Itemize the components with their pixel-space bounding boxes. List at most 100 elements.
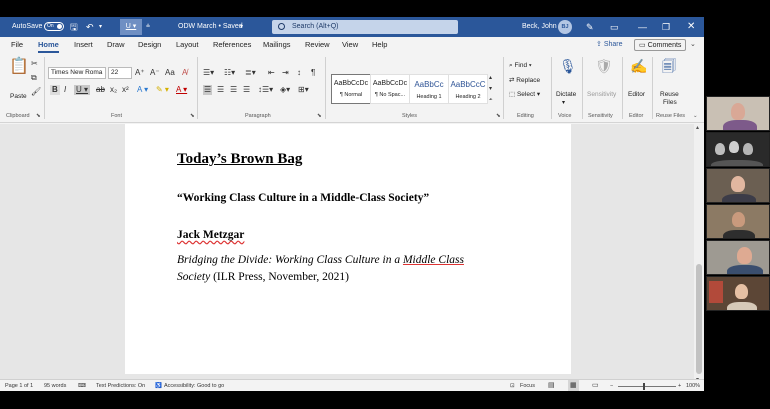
zoom-out-icon[interactable]: − bbox=[610, 380, 613, 391]
doc-author[interactable]: Jack Metzgar bbox=[177, 229, 244, 241]
minimize-icon[interactable]: — bbox=[638, 17, 647, 37]
title-dropdown-icon[interactable]: ▾ bbox=[240, 17, 243, 37]
tab-insert[interactable]: Insert bbox=[74, 37, 93, 53]
style-heading-1[interactable]: AaBbCc Heading 1 bbox=[409, 74, 449, 104]
scroll-up-icon[interactable]: ▴ bbox=[696, 124, 699, 131]
clipboard-launcher-icon[interactable]: ⬊ bbox=[36, 113, 41, 119]
subscript-button[interactable]: x₂ bbox=[110, 85, 117, 95]
proofing-icon[interactable]: ⌨ bbox=[78, 380, 86, 391]
pen-icon[interactable]: ✎ bbox=[586, 17, 594, 37]
focus-button[interactable]: Focus bbox=[520, 380, 535, 391]
doc-subtitle[interactable]: “Working Class Culture in a Middle-Class… bbox=[177, 192, 429, 204]
superscript-button[interactable]: x² bbox=[122, 85, 129, 95]
tab-view[interactable]: View bbox=[342, 37, 358, 53]
participant-video-6[interactable] bbox=[706, 276, 770, 311]
ribbon-display-icon[interactable]: ▭ bbox=[610, 17, 619, 37]
page-count[interactable]: Page 1 of 1 bbox=[5, 380, 33, 391]
document-title[interactable]: ODW March • Saved bbox=[178, 17, 243, 37]
tab-layout[interactable]: Layout bbox=[176, 37, 199, 53]
bold-button[interactable]: B bbox=[50, 85, 60, 95]
styles-launcher-icon[interactable]: ⬊ bbox=[496, 113, 501, 119]
zoom-level[interactable]: 100% bbox=[686, 380, 700, 391]
numbering-icon[interactable]: ☷▾ bbox=[224, 68, 235, 78]
paragraph-launcher-icon[interactable]: ⬊ bbox=[317, 113, 322, 119]
reuse-files-button[interactable]: Reuse bbox=[660, 91, 679, 98]
dictate-dropdown-icon[interactable]: ▾ bbox=[562, 99, 565, 106]
autosave-toggle[interactable]: On bbox=[44, 17, 64, 37]
sort-icon[interactable]: ↕ bbox=[297, 68, 301, 78]
italic-button[interactable]: I bbox=[64, 85, 66, 95]
borders-icon[interactable]: ⊞▾ bbox=[298, 85, 309, 95]
multilevel-list-icon[interactable]: ≣▾ bbox=[245, 68, 256, 78]
doc-heading[interactable]: Today’s Brown Bag bbox=[177, 151, 302, 168]
undo-dropdown-icon[interactable]: ▾ bbox=[99, 17, 102, 37]
line-spacing-icon[interactable]: ↕☰▾ bbox=[258, 85, 273, 95]
underline-quick-icon[interactable]: U ▾ bbox=[120, 19, 142, 35]
web-layout-icon[interactable]: ▭ bbox=[592, 380, 599, 391]
style-heading-2[interactable]: AaBbCcC Heading 2 bbox=[448, 74, 488, 104]
show-formatting-icon[interactable]: ¶ bbox=[311, 68, 315, 78]
customize-qat-icon[interactable]: ⩮ bbox=[146, 17, 150, 37]
participant-video-5[interactable] bbox=[706, 240, 770, 275]
strikethrough-button[interactable]: ab bbox=[96, 85, 105, 95]
font-launcher-icon[interactable]: ⬊ bbox=[190, 113, 195, 119]
editor-button[interactable]: Editor bbox=[628, 91, 645, 98]
tab-review[interactable]: Review bbox=[305, 37, 330, 53]
pin-ribbon-icon[interactable]: ⌄ bbox=[693, 113, 698, 119]
word-count[interactable]: 95 words bbox=[44, 380, 66, 391]
copy-icon[interactable]: ⧉ bbox=[31, 73, 37, 83]
clear-format-icon[interactable]: A̸ bbox=[182, 68, 187, 78]
styles-scroll-up-icon[interactable]: ▴ bbox=[489, 73, 492, 83]
change-case-icon[interactable]: Aa bbox=[165, 68, 175, 78]
shading-icon[interactable]: ◈▾ bbox=[280, 85, 290, 95]
comments-button[interactable]: ▭ Comments bbox=[634, 39, 687, 51]
restore-icon[interactable]: ❐ bbox=[662, 17, 670, 37]
justify-icon[interactable]: ☰ bbox=[243, 85, 250, 95]
participant-video-2[interactable] bbox=[706, 132, 770, 167]
participant-video-4[interactable] bbox=[706, 204, 770, 239]
ribbon-collapse-icon[interactable]: ⌄ bbox=[690, 39, 696, 51]
search-input[interactable]: Search (Alt+Q) bbox=[272, 20, 458, 34]
style-no-spacing[interactable]: AaBbCcDc ¶ No Spac... bbox=[370, 74, 410, 104]
tab-help[interactable]: Help bbox=[372, 37, 387, 53]
decrease-indent-icon[interactable]: ⇤ bbox=[268, 68, 275, 78]
styles-scroll-down-icon[interactable]: ▾ bbox=[489, 84, 492, 94]
font-size-box[interactable]: 22 bbox=[108, 67, 132, 79]
microphone-icon[interactable]: 🎙 bbox=[559, 58, 577, 74]
paste-icon[interactable]: 📋 bbox=[9, 59, 29, 75]
tab-file[interactable]: File bbox=[11, 37, 23, 53]
sensitivity-button[interactable]: Sensitivity bbox=[587, 91, 616, 98]
reuse-files-icon[interactable]: 🗐 bbox=[662, 58, 676, 74]
grow-font-icon[interactable]: A⁺ bbox=[135, 68, 145, 78]
undo-icon[interactable]: ↶ bbox=[86, 17, 94, 37]
align-center-icon[interactable]: ☰ bbox=[217, 85, 224, 95]
tab-references[interactable]: References bbox=[213, 37, 251, 53]
read-mode-icon[interactable]: ▤ bbox=[548, 380, 555, 391]
document-page[interactable]: Today’s Brown Bag “Working Class Culture… bbox=[125, 124, 571, 374]
style-normal[interactable]: AaBbCcDc ¶ Normal bbox=[331, 74, 371, 104]
select-button[interactable]: ⬚ Select ▾ bbox=[509, 90, 540, 98]
format-painter-icon[interactable]: 🖌 bbox=[31, 87, 41, 97]
vertical-scrollbar[interactable]: ▴ ▾ bbox=[694, 124, 704, 379]
zoom-in-icon[interactable]: + bbox=[678, 380, 681, 391]
zoom-slider[interactable] bbox=[618, 386, 676, 387]
replace-button[interactable]: ⇄ Replace bbox=[509, 76, 540, 84]
print-layout-icon[interactable]: ▦ bbox=[568, 380, 579, 391]
zoom-slider-thumb[interactable] bbox=[643, 383, 645, 390]
participant-video-3[interactable] bbox=[706, 168, 770, 203]
tab-design[interactable]: Design bbox=[138, 37, 161, 53]
increase-indent-icon[interactable]: ⇥ bbox=[282, 68, 289, 78]
editor-icon[interactable]: ✍ bbox=[630, 58, 647, 74]
dictate-button[interactable]: Dictate bbox=[556, 91, 576, 98]
user-name[interactable]: Beck, John bbox=[522, 17, 557, 37]
share-button[interactable]: ⇪ Share bbox=[596, 39, 623, 51]
font-name-box[interactable]: Times New Roma bbox=[48, 67, 106, 79]
sensitivity-icon[interactable]: 🛡 bbox=[595, 58, 613, 74]
cut-icon[interactable]: ✂ bbox=[31, 59, 38, 69]
paste-button[interactable]: Paste bbox=[10, 93, 27, 100]
align-right-icon[interactable]: ☰ bbox=[230, 85, 237, 95]
participant-video-1[interactable] bbox=[706, 96, 770, 131]
find-button[interactable]: ⌕ Find ▾ bbox=[509, 62, 532, 70]
styles-more-icon[interactable]: ⩡ bbox=[489, 95, 492, 105]
font-color-icon[interactable]: A ▾ bbox=[176, 85, 187, 95]
